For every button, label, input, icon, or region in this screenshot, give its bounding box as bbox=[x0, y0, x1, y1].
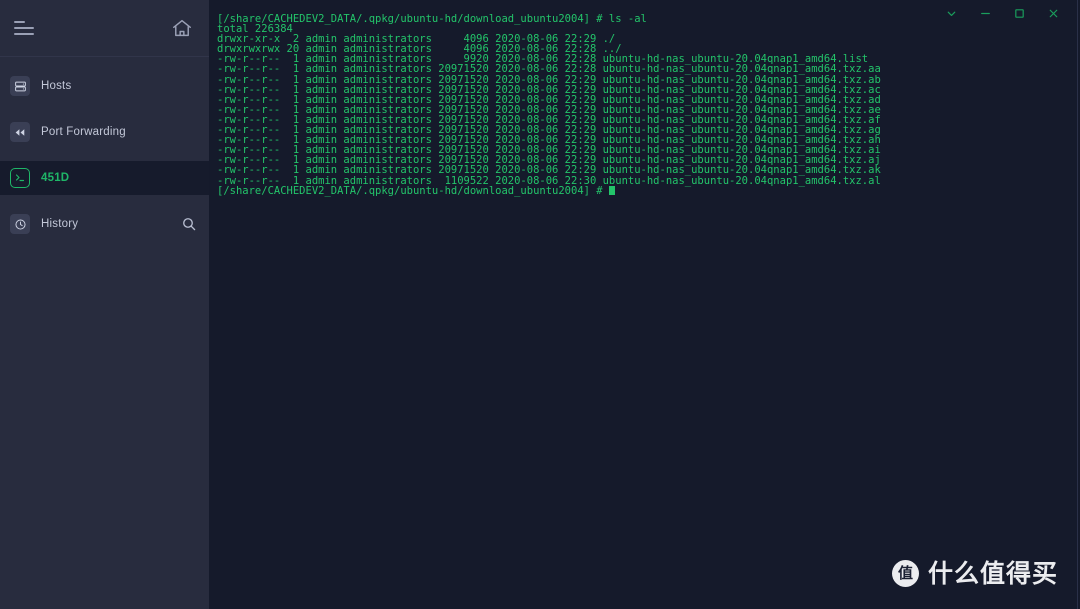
clock-icon bbox=[10, 214, 30, 234]
terminal-icon bbox=[10, 168, 30, 188]
sidebar-item-label: Hosts bbox=[41, 80, 72, 92]
smzdm-logo-icon: 值 bbox=[891, 560, 919, 587]
watermark: 值 什么值得买 bbox=[891, 559, 1058, 588]
server-icon bbox=[10, 76, 30, 96]
terminal-cursor bbox=[608, 185, 615, 195]
watermark-text: 什么值得买 bbox=[927, 559, 1058, 588]
sidebar-item-hosts[interactable]: Hosts bbox=[0, 69, 209, 103]
sidebar-item-history[interactable]: History bbox=[0, 207, 209, 241]
search-icon[interactable] bbox=[181, 216, 197, 232]
terminal-line: -rw-r--r-- 1 admin administrators 209715… bbox=[217, 164, 881, 177]
terminal-line: [/share/CACHEDEV2_DATA/.qpkg/ubuntu-hd/d… bbox=[217, 13, 647, 25]
ssh-client-window: Hosts Port Forwarding 451D History [/sha… bbox=[0, 0, 1080, 609]
sidebar-item-label: Port Forwarding bbox=[41, 126, 126, 138]
hamburger-icon[interactable] bbox=[14, 21, 34, 35]
sidebar-header bbox=[0, 0, 209, 57]
home-icon[interactable] bbox=[171, 17, 193, 39]
sidebar-nav: Hosts Port Forwarding 451D History bbox=[0, 57, 209, 241]
pane-right-border bbox=[1077, 0, 1078, 609]
sidebar-item-port-forwarding[interactable]: Port Forwarding bbox=[0, 115, 209, 149]
terminal-pane: [/share/CACHEDEV2_DATA/.qpkg/ubuntu-hd/d… bbox=[209, 0, 1080, 609]
sidebar-item-451d[interactable]: 451D bbox=[0, 161, 209, 195]
double-arrow-icon bbox=[10, 122, 30, 142]
terminal-output[interactable]: [/share/CACHEDEV2_DATA/.qpkg/ubuntu-hd/d… bbox=[217, 14, 1070, 609]
sidebar-item-label: History bbox=[41, 218, 79, 230]
sidebar: Hosts Port Forwarding 451D History bbox=[0, 0, 209, 609]
terminal-prompt-line: [/share/CACHEDEV2_DATA/.qpkg/ubuntu-hd/d… bbox=[217, 185, 1070, 196]
sidebar-item-label: 451D bbox=[41, 172, 70, 184]
